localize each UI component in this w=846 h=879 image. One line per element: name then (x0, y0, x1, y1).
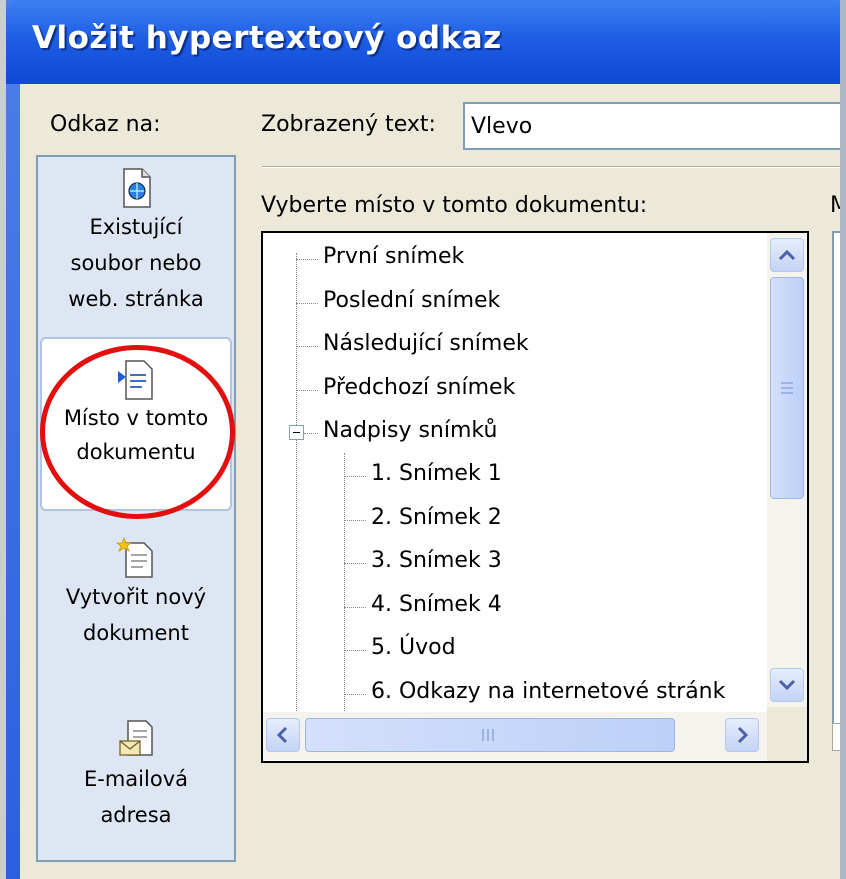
chevron-down-icon (778, 679, 796, 691)
tree-item-first-slide[interactable]: První snímek (323, 244, 464, 269)
tree-item-links[interactable]: 6. Odkazy na internetové stránk (371, 679, 725, 704)
tree-label: Vyberte místo v tomto dokumentu: (261, 193, 648, 218)
tree-item-intro[interactable]: 5. Úvod (371, 635, 456, 660)
tree-connector (296, 390, 318, 391)
tree-guide (296, 253, 297, 713)
tree-connector (344, 694, 366, 695)
vertical-scroll-thumb[interactable] (770, 277, 804, 499)
grip-icon (781, 382, 793, 394)
scroll-down-button[interactable] (770, 668, 804, 702)
window-title: Vložit hypertextový odkaz (32, 20, 502, 56)
tree-item-slide-1[interactable]: 1. Snímek 1 (371, 461, 502, 486)
place-in-document-line1: Místo v tomto (63, 406, 209, 430)
scroll-up-button[interactable] (770, 238, 804, 272)
existing-file-line3: web. stránka (68, 287, 204, 311)
existing-file-button[interactable]: Existující soubor nebo web. stránka (40, 167, 232, 317)
tree-item-slide-2[interactable]: 2. Snímek 2 (371, 505, 502, 530)
tree-connector (296, 303, 318, 304)
collapse-icon[interactable] (289, 425, 304, 440)
title-bar: Vložit hypertextový odkaz (6, 0, 846, 84)
existing-file-line1: Existující (89, 215, 183, 239)
chevron-up-icon (778, 249, 796, 261)
email-line1: E-mailová (84, 767, 188, 791)
scroll-right-button[interactable] (725, 718, 759, 752)
grip-icon (482, 729, 494, 741)
tree-item-next-slide[interactable]: Následující snímek (323, 331, 529, 356)
tree-connector (344, 520, 366, 521)
place-in-document-button[interactable]: Místo v tomto dokumentu (40, 337, 232, 511)
tree-item-slide-3[interactable]: 3. Snímek 3 (371, 548, 502, 573)
tree-connector (296, 346, 318, 347)
email-line2: adresa (100, 803, 172, 827)
document-place-icon (118, 360, 153, 400)
tree-connector (344, 607, 366, 608)
chevron-right-icon (737, 726, 749, 744)
chevron-left-icon (276, 726, 288, 744)
tree-item-previous-slide[interactable]: Předchozí snímek (323, 375, 515, 400)
tree-connector (296, 259, 318, 260)
email-address-button[interactable]: E-mailová adresa (40, 719, 232, 833)
tree-item-slide-4[interactable]: 4. Snímek 4 (371, 592, 502, 617)
new-document-button[interactable]: Vytvořit nový dokument (40, 537, 232, 651)
document-place-tree: První snímek Poslední snímek Následující… (261, 231, 809, 763)
new-document-icon (116, 537, 153, 578)
place-in-document-line2: dokumentu (76, 440, 196, 464)
display-text-input[interactable] (463, 102, 846, 150)
tree-connector (344, 650, 366, 651)
tree-connector (304, 433, 318, 434)
new-document-line2: dokument (83, 621, 189, 645)
file-globe-icon (123, 168, 151, 208)
existing-file-line2: soubor nebo (70, 251, 202, 275)
new-document-line1: Vytvořit nový (65, 585, 207, 609)
email-icon (119, 720, 153, 756)
horizontal-scrollbar[interactable] (263, 712, 767, 760)
scroll-corner (767, 707, 807, 761)
tree-connector (344, 563, 366, 564)
places-bar: Existující soubor nebo web. stránka Míst… (36, 155, 236, 862)
separator-highlight (262, 167, 846, 168)
vertical-scrollbar[interactable] (767, 233, 807, 707)
tree-item-slide-titles[interactable]: Nadpisy snímků (323, 418, 497, 443)
scroll-left-button[interactable] (266, 718, 300, 752)
tree-connector (344, 476, 366, 477)
tree-item-last-slide[interactable]: Poslední snímek (323, 288, 500, 313)
display-text-label: Zobrazený text: (261, 112, 436, 137)
link-to-label: Odkaz na: (50, 112, 161, 137)
horizontal-scroll-thumb[interactable] (305, 718, 675, 752)
window-edge (840, 0, 846, 879)
tree-guide (344, 453, 345, 723)
